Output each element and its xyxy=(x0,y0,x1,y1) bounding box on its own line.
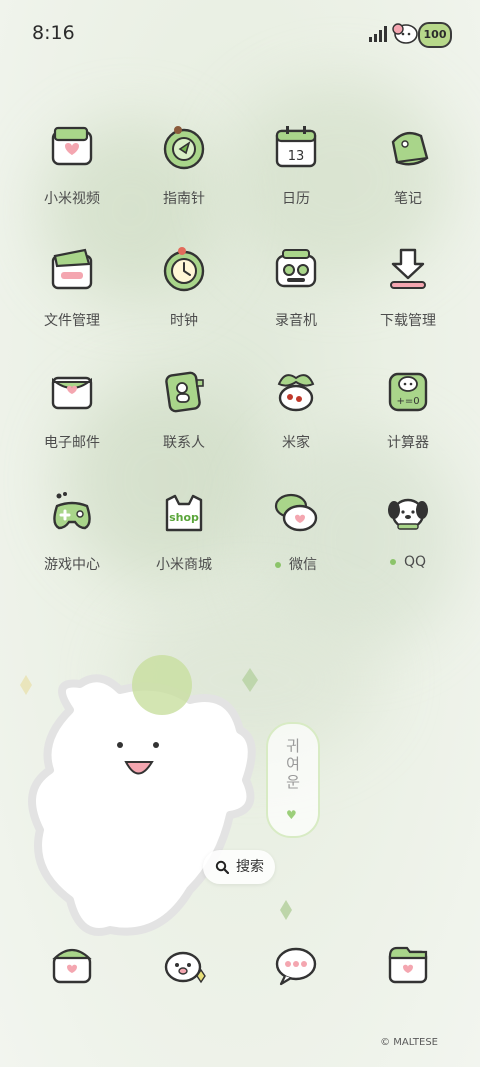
phone-icon xyxy=(52,948,92,984)
app-label: 计算器 xyxy=(387,435,429,451)
dock-phone[interactable] xyxy=(16,940,128,1040)
calendar-icon: 13 xyxy=(275,126,317,168)
search-button[interactable]: 搜索 xyxy=(203,850,275,884)
dock-camera[interactable] xyxy=(128,940,240,1040)
recorder-icon xyxy=(275,249,317,288)
status-time: 8:16 xyxy=(32,22,75,44)
copyright-text: © MALTESE xyxy=(380,1037,438,1048)
dock-messages[interactable] xyxy=(240,940,352,1040)
wechat-icon xyxy=(274,493,318,532)
dock xyxy=(16,940,464,1000)
app-label: 日历 xyxy=(282,191,310,207)
mail-icon xyxy=(51,376,93,410)
calculator-icon: +=0 xyxy=(388,372,428,412)
app-label: 录音机 xyxy=(275,313,317,329)
app-notes[interactable]: 笔记 xyxy=(352,122,464,222)
app-wechat[interactable]: 微信 xyxy=(240,488,352,588)
app-xiaomi-video[interactable]: 小米视频 xyxy=(16,122,128,222)
app-recorder[interactable]: 录音机 xyxy=(240,244,352,344)
app-file-manager[interactable]: 文件管理 xyxy=(16,244,128,344)
app-calculator[interactable]: +=0 计算器 xyxy=(352,366,464,466)
app-label: 小米视频 xyxy=(44,191,100,207)
svg-text:shop: shop xyxy=(169,511,199,524)
app-label: 游戏中心 xyxy=(44,557,100,573)
app-compass[interactable]: 指南针 xyxy=(128,122,240,222)
new-dot xyxy=(275,562,281,568)
camera-icon xyxy=(164,951,206,984)
compass-icon xyxy=(163,126,205,170)
app-label: 下载管理 xyxy=(380,313,436,329)
battery-indicator: 100 xyxy=(418,22,452,48)
app-contacts[interactable]: 联系人 xyxy=(128,366,240,466)
new-dot xyxy=(389,559,396,565)
video-icon xyxy=(51,126,93,166)
dock-gallery[interactable] xyxy=(352,940,464,1040)
home-icon xyxy=(277,374,315,412)
app-label: 指南针 xyxy=(163,191,205,207)
app-label: 时钟 xyxy=(170,313,198,329)
app-mi-home[interactable]: 米家 xyxy=(240,366,352,466)
status-bar: 8:16 100 xyxy=(0,0,480,70)
search-icon xyxy=(215,860,229,874)
pet-status-icon xyxy=(392,23,418,44)
gamepad-icon xyxy=(53,492,91,530)
messages-icon xyxy=(275,947,317,986)
shop-icon: shop xyxy=(165,494,203,532)
app-label: 小米商城 xyxy=(156,557,212,573)
folder-icon xyxy=(51,248,93,290)
app-label: QQ xyxy=(352,554,464,570)
heart-icon: ♥ xyxy=(286,808,297,822)
app-label: 电子邮件 xyxy=(44,435,100,451)
app-download-manager[interactable]: 下载管理 xyxy=(352,244,464,344)
search-label: 搜索 xyxy=(236,859,264,875)
svg-text:13: 13 xyxy=(288,149,305,164)
app-game-center[interactable]: 游戏中心 xyxy=(16,488,128,588)
label-pill: 귀여운 ♥ xyxy=(266,722,320,838)
bear-illustration xyxy=(20,655,292,936)
clock-icon xyxy=(163,247,205,292)
gallery-icon xyxy=(388,946,428,984)
svg-text:+=0: +=0 xyxy=(396,396,419,407)
app-xiaomi-mall[interactable]: shop 小米商城 xyxy=(128,488,240,588)
app-email[interactable]: 电子邮件 xyxy=(16,366,128,466)
app-label: 笔记 xyxy=(394,191,422,207)
signal-icon xyxy=(369,26,387,42)
qq-icon xyxy=(388,498,428,530)
app-clock[interactable]: 时钟 xyxy=(128,244,240,344)
notes-icon xyxy=(391,131,429,166)
app-label: 联系人 xyxy=(163,435,205,451)
app-label: 文件管理 xyxy=(44,313,100,329)
app-label: 微信 xyxy=(240,554,352,574)
contacts-icon xyxy=(165,371,204,413)
app-qq[interactable]: QQ xyxy=(352,488,464,588)
download-icon xyxy=(390,248,426,289)
app-calendar[interactable]: 13 日历 xyxy=(240,122,352,222)
app-label: 米家 xyxy=(282,435,310,451)
